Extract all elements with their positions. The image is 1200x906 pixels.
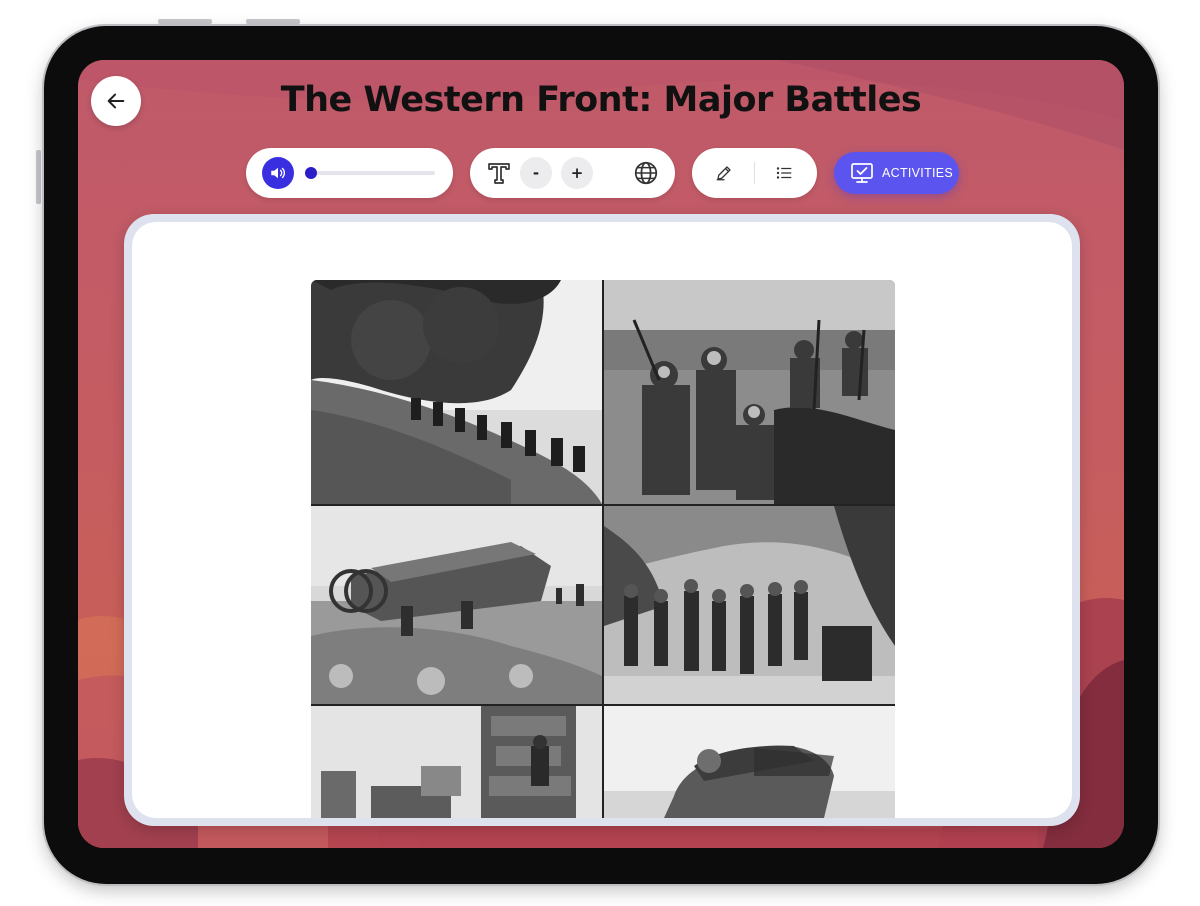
activities-label: ACTIVITIES: [882, 166, 954, 180]
device-volume-down-button: [246, 19, 300, 24]
text-size-button[interactable]: [484, 159, 514, 187]
wrecked-tank-photo: [604, 706, 895, 818]
troops-marching-road-photo: [604, 506, 895, 704]
tools-divider: [754, 162, 755, 184]
annotate-button[interactable]: [712, 162, 736, 184]
increase-text-button[interactable]: +: [561, 157, 593, 189]
decrease-text-button[interactable]: -: [520, 157, 552, 189]
text-t-icon: [488, 163, 510, 184]
device-power-button: [36, 150, 41, 204]
tank-on-rubble-photo: [311, 506, 602, 704]
audio-play-button[interactable]: [262, 157, 294, 189]
device-volume-up-button: [158, 19, 212, 24]
pencil-icon: [716, 166, 731, 181]
list-icon: [776, 167, 792, 179]
soldiers-climbing-hillside-photo: [311, 280, 602, 504]
soldier-in-ruins-photo: [311, 706, 602, 818]
lesson-title: The Western Front: Major Battles: [280, 80, 922, 120]
globe-icon: [634, 161, 658, 185]
contents-button[interactable]: [772, 162, 796, 184]
lesson-screen: The Western Front: Major Battles - + ACT…: [78, 60, 1124, 848]
text-options: - +: [470, 148, 675, 198]
activities-button[interactable]: ACTIVITIES: [834, 152, 959, 194]
audio-player: [246, 148, 453, 198]
content-panel[interactable]: [132, 222, 1072, 818]
audio-progress-knob[interactable]: [304, 167, 317, 179]
speaker-icon: [271, 167, 285, 179]
tools-options: [692, 148, 817, 198]
battle-photo-collage: [311, 280, 895, 818]
language-button[interactable]: [632, 159, 660, 187]
audio-progress-slider[interactable]: [304, 167, 435, 179]
soldiers-in-trench-photo: [604, 280, 895, 504]
monitor-check-icon: [850, 162, 874, 184]
content-panel-frame: [124, 214, 1080, 826]
